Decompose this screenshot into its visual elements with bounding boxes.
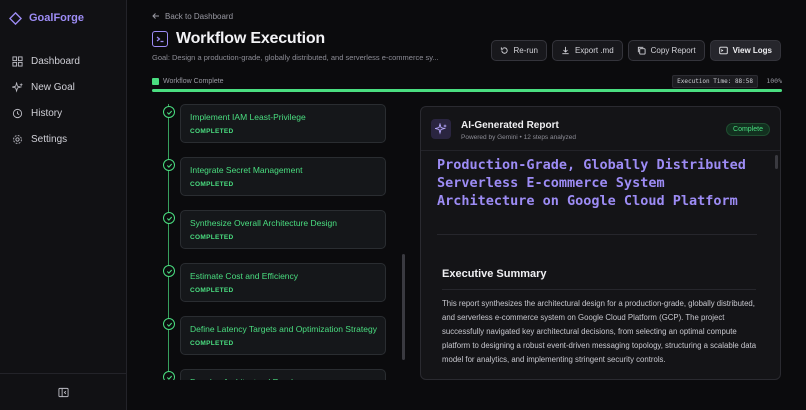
sidebar: GoalForge Dashboard New Goal History Set… xyxy=(0,0,127,410)
execution-time: Execution Time: 88:58 xyxy=(672,74,758,88)
check-circle-icon xyxy=(163,371,175,380)
export-label: Export .md xyxy=(574,46,614,55)
step-name: Define Latency Targets and Optimization … xyxy=(190,324,377,334)
step-status: COMPLETED xyxy=(190,287,234,294)
diamond-logo-icon xyxy=(9,11,22,25)
step-status: COMPLETED xyxy=(190,181,234,188)
page-title: Workflow Execution xyxy=(176,30,326,47)
history-icon xyxy=(12,108,23,118)
brand-name: GoalForge xyxy=(29,12,85,24)
rotate-icon xyxy=(500,47,508,54)
step-name: Estimate Cost and Efficiency xyxy=(190,271,299,281)
check-circle-icon xyxy=(163,106,175,118)
step-name: Develop Architectural Roadmap xyxy=(190,377,376,380)
sidebar-item-settings[interactable]: Settings xyxy=(10,126,118,152)
step-item[interactable]: Define Latency Targets and Optimization … xyxy=(152,316,398,356)
steps-list: Implement IAM Least-Privilege COMPLETED In… xyxy=(152,104,398,380)
copy-report-button[interactable]: Copy Report xyxy=(627,40,705,61)
sidebar-item-label: New Goal xyxy=(31,81,75,93)
sidebar-item-dashboard[interactable]: Dashboard xyxy=(10,48,118,74)
scrollbar-thumb[interactable] xyxy=(775,155,778,169)
section-paragraph: This report synthesizes the architectura… xyxy=(442,299,757,364)
terminal-small-icon xyxy=(718,46,728,55)
progress-bar xyxy=(152,89,782,92)
check-square-icon xyxy=(152,77,159,85)
step-status: COMPLETED xyxy=(190,340,234,347)
step-status: COMPLETED xyxy=(190,234,234,241)
step-name: Integrate Secret Management xyxy=(190,165,303,175)
view-logs-button[interactable]: View Logs xyxy=(709,40,781,61)
scrollbar-thumb[interactable] xyxy=(402,254,405,360)
view-logs-label: View Logs xyxy=(732,46,772,55)
status-badge: Complete xyxy=(726,123,770,136)
report-scrollbar[interactable] xyxy=(775,155,778,375)
toolbar: Re-run Export .md Copy Report View Logs xyxy=(490,40,781,61)
copy-icon xyxy=(637,46,646,55)
divider xyxy=(437,234,757,235)
report-subtitle: Powered by Gemini • 12 steps analyzed xyxy=(461,134,577,141)
step-card[interactable]: Estimate Cost and Efficiency COMPLETED xyxy=(180,263,386,302)
check-circle-icon xyxy=(163,265,175,277)
copy-report-label: Copy Report xyxy=(650,46,696,55)
arrow-left-icon xyxy=(152,13,159,19)
step-card[interactable]: Synthesize Overall Architecture Design CO… xyxy=(180,210,386,249)
terminal-icon xyxy=(152,31,168,47)
check-circle-icon xyxy=(163,318,175,330)
report-document-title: Production-Grade, Globally Distributed S… xyxy=(437,157,746,209)
report-body[interactable]: Production-Grade, Globally Distributed S… xyxy=(421,152,780,379)
report-panel: AI-Generated Report Powered by Gemini • … xyxy=(420,106,781,380)
report-header: AI-Generated Report Powered by Gemini • … xyxy=(421,107,780,151)
sidebar-item-label: History xyxy=(31,107,63,119)
step-item[interactable]: Integrate Secret Management COMPLETED xyxy=(152,157,398,197)
step-name: Implement IAM Least-Privilege xyxy=(190,112,306,122)
status-row: Workflow Complete Execution Time: 88:58 … xyxy=(152,74,782,88)
back-link-label: Back to Dashboard xyxy=(165,11,234,21)
goal-text: Goal: Design a production-grade, globall… xyxy=(152,53,439,62)
back-link[interactable]: Back to Dashboard xyxy=(152,10,233,22)
step-card[interactable]: Define Latency Targets and Optimization … xyxy=(180,316,386,355)
sidebar-item-label: Dashboard xyxy=(31,55,80,67)
step-item[interactable]: Develop Architectural RoadmapCOMPLETED xyxy=(152,369,398,380)
sidebar-item-label: Settings xyxy=(31,133,68,145)
sidebar-footer xyxy=(0,373,126,410)
step-card[interactable]: Implement IAM Least-Privilege COMPLETED xyxy=(180,104,386,143)
export-button[interactable]: Export .md xyxy=(551,40,623,61)
sidebar-nav: Dashboard New Goal History Settings xyxy=(10,48,118,152)
step-item[interactable]: Synthesize Overall Architecture Design CO… xyxy=(152,210,398,250)
progress-bar-fill xyxy=(152,89,782,92)
check-circle-icon xyxy=(163,212,175,224)
report-title: AI-Generated Report xyxy=(461,120,559,131)
download-icon xyxy=(562,46,569,55)
sidebar-item-new-goal[interactable]: New Goal xyxy=(10,74,118,100)
rerun-button[interactable]: Re-run xyxy=(490,40,547,61)
sidebar-item-history[interactable]: History xyxy=(10,100,118,126)
divider xyxy=(442,289,756,290)
step-item[interactable]: Estimate Cost and Efficiency COMPLETED xyxy=(152,263,398,303)
sparkles-icon xyxy=(431,119,451,139)
progress-percent: 100% xyxy=(766,77,782,85)
gear-icon xyxy=(13,134,22,144)
step-status: COMPLETED xyxy=(190,128,234,135)
section-heading: Executive Summary xyxy=(442,268,547,280)
step-name: Synthesize Overall Architecture Design xyxy=(190,218,337,228)
steps-scrollbar[interactable] xyxy=(402,106,405,380)
status-text: Workflow Complete xyxy=(163,77,224,85)
step-card[interactable]: Integrate Secret Management COMPLETED xyxy=(180,157,386,196)
panel-collapse-icon[interactable] xyxy=(57,387,69,398)
title-row: Workflow Execution xyxy=(152,30,325,48)
step-card[interactable]: Develop Architectural RoadmapCOMPLETED xyxy=(180,369,386,380)
step-item[interactable]: Implement IAM Least-Privilege COMPLETED xyxy=(152,104,398,144)
rerun-label: Re-run xyxy=(513,46,538,55)
sparkles-icon xyxy=(12,81,23,93)
grid-icon xyxy=(12,55,23,67)
check-circle-icon xyxy=(163,159,175,171)
brand[interactable]: GoalForge xyxy=(9,9,84,27)
